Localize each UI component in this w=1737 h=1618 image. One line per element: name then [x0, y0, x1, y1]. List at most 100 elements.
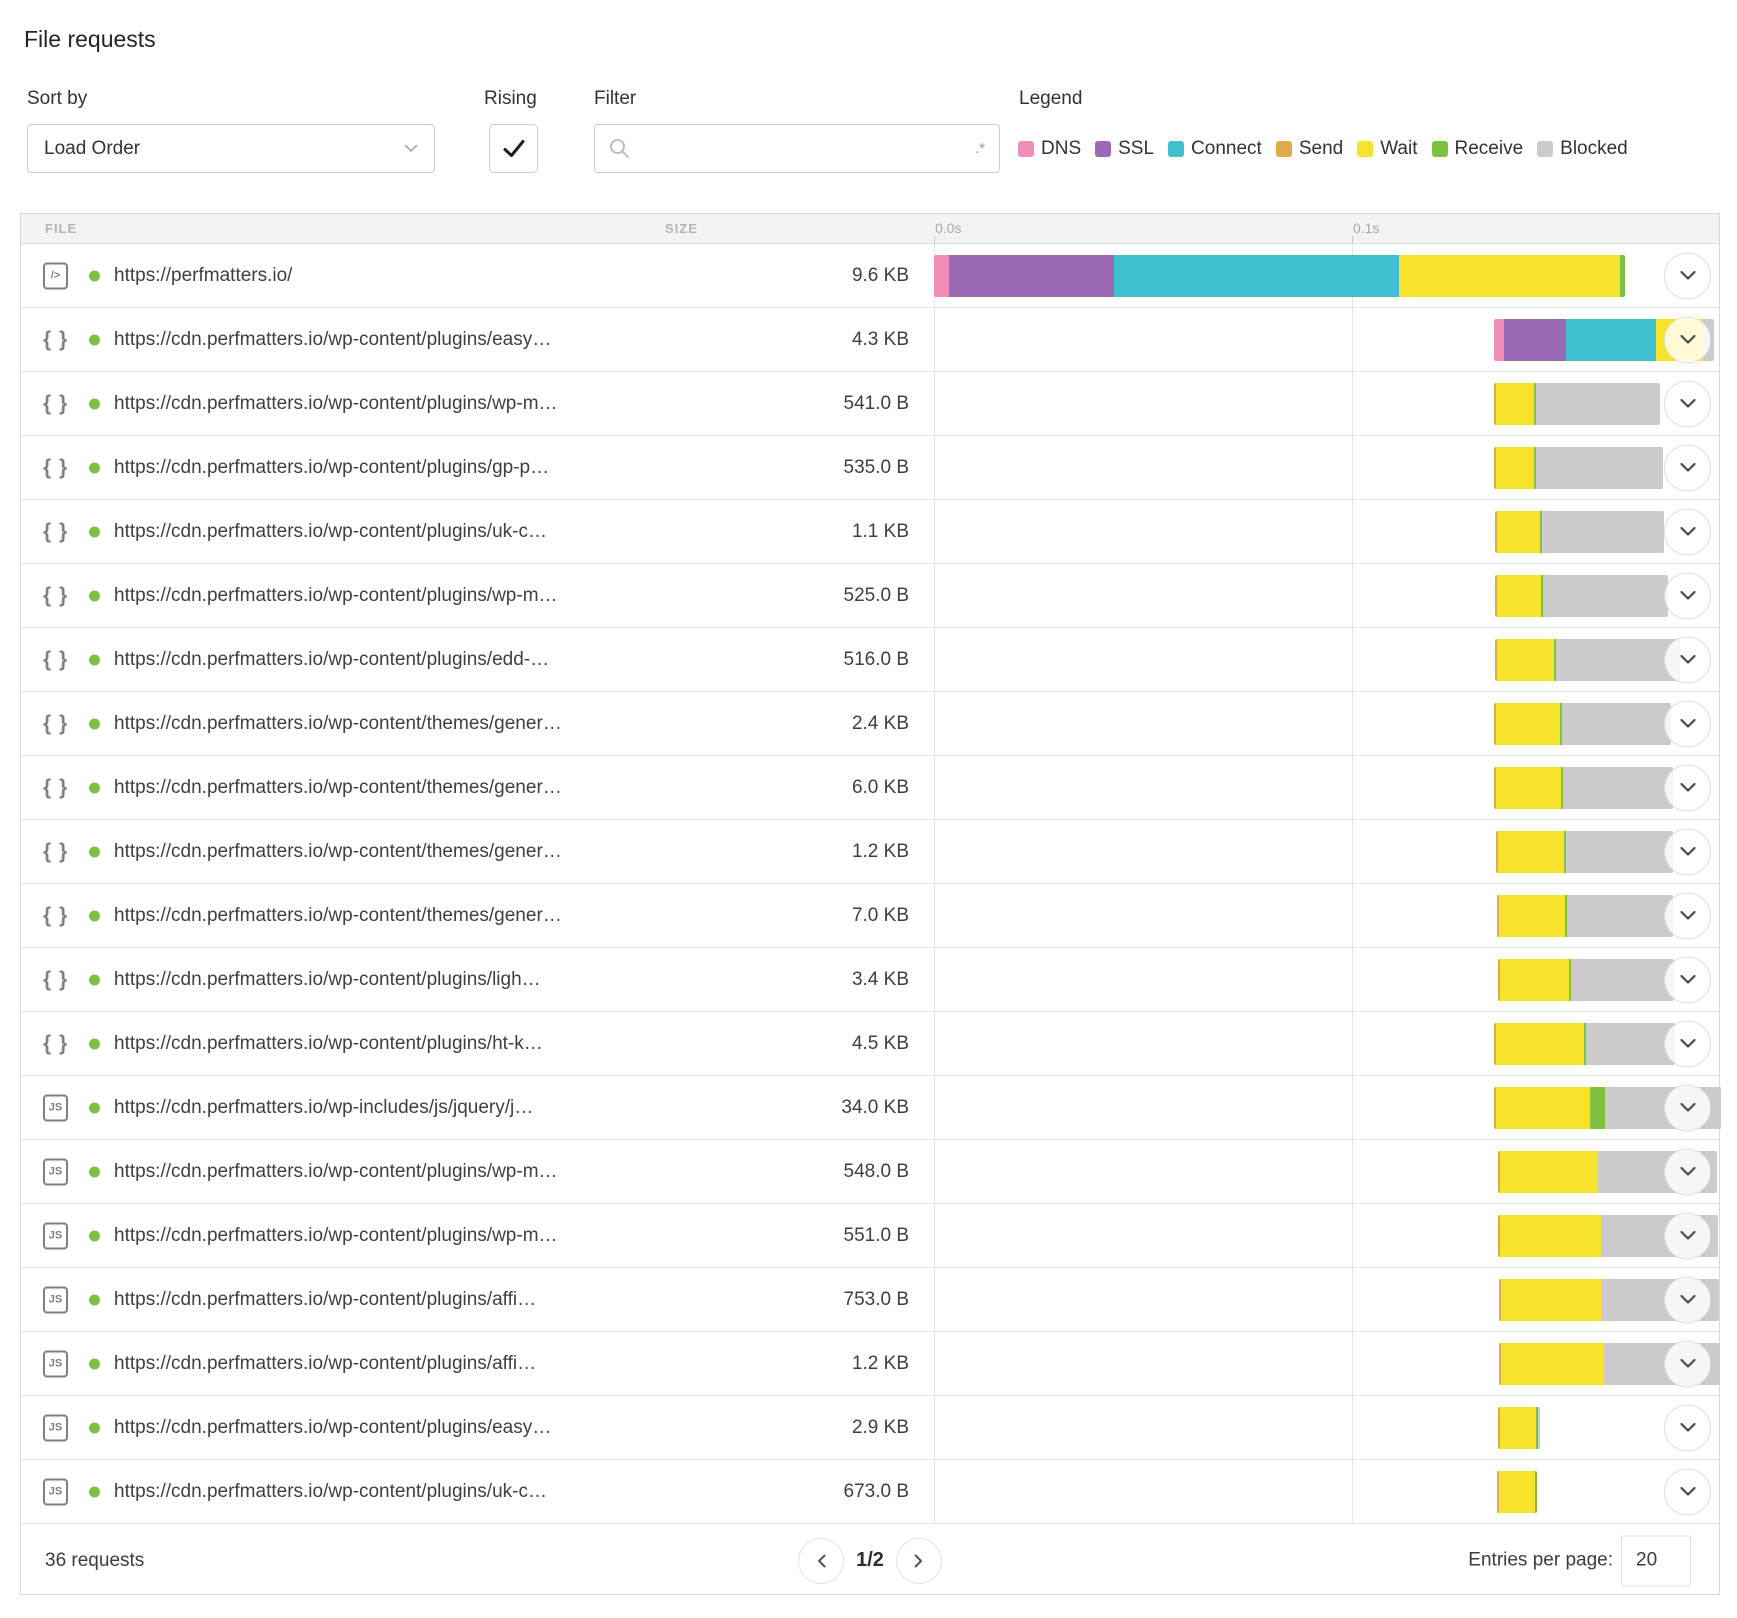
- gridline: [1352, 1076, 1353, 1139]
- timeline-cell: [846, 1204, 1721, 1267]
- file-url[interactable]: https://cdn.perfmatters.io/wp-content/pl…: [114, 1289, 536, 1311]
- entries-per-page-input[interactable]: 20: [1621, 1535, 1691, 1586]
- bar-segment-blocked: [1586, 1023, 1674, 1065]
- rising-checkbox[interactable]: [489, 124, 538, 173]
- gridline: [934, 756, 935, 819]
- timeline-cell: [846, 948, 1721, 1011]
- waterfall-bar[interactable]: [1497, 895, 1673, 937]
- expand-row-button[interactable]: [1664, 1212, 1711, 1259]
- file-url[interactable]: https://cdn.perfmatters.io/wp-content/pl…: [114, 329, 551, 351]
- expand-row-button[interactable]: [1664, 252, 1711, 299]
- legend-item-label: Connect: [1191, 138, 1262, 160]
- waterfall-bar[interactable]: [1498, 1407, 1540, 1449]
- expand-row-button[interactable]: [1664, 1148, 1711, 1195]
- css-file-icon: { }: [43, 1032, 68, 1056]
- legend-item-receive: Receive: [1432, 138, 1524, 160]
- file-url[interactable]: https://cdn.perfmatters.io/wp-content/th…: [114, 713, 562, 735]
- gridline: [934, 628, 935, 691]
- timeline-cell: [846, 1076, 1721, 1139]
- file-url[interactable]: https://cdn.perfmatters.io/wp-content/pl…: [114, 1417, 551, 1439]
- gridline: [1352, 1140, 1353, 1203]
- waterfall-bar[interactable]: [1495, 639, 1680, 681]
- file-url[interactable]: https://cdn.perfmatters.io/wp-content/pl…: [114, 969, 541, 991]
- css-file-icon: { }: [43, 648, 68, 672]
- previous-page-button[interactable]: [798, 1538, 844, 1584]
- expand-row-button[interactable]: [1664, 956, 1711, 1003]
- waterfall-bar[interactable]: [1494, 447, 1663, 489]
- status-dot: [89, 782, 100, 793]
- file-url[interactable]: https://cdn.perfmatters.io/wp-includes/j…: [114, 1097, 533, 1119]
- next-page-button[interactable]: [896, 1538, 942, 1584]
- gridline: [934, 308, 935, 371]
- expand-row-button[interactable]: [1664, 636, 1711, 683]
- css-file-icon: { }: [43, 712, 68, 736]
- file-url[interactable]: https://cdn.perfmatters.io/wp-content/pl…: [114, 1481, 547, 1503]
- legend-item-blocked: Blocked: [1537, 138, 1628, 160]
- waterfall-bar[interactable]: [1495, 511, 1664, 553]
- bar-segment-wait: [1500, 1151, 1597, 1193]
- waterfall-bar[interactable]: [1494, 383, 1660, 425]
- expand-row-button[interactable]: [1664, 828, 1711, 875]
- status-dot: [89, 974, 100, 985]
- chevron-down-icon: [1680, 1103, 1696, 1113]
- waterfall-bar[interactable]: [1494, 703, 1671, 745]
- bar-segment-wait: [1499, 895, 1565, 937]
- waterfall-bar[interactable]: [1494, 767, 1672, 809]
- file-url[interactable]: https://cdn.perfmatters.io/wp-content/pl…: [114, 393, 558, 415]
- expand-row-button[interactable]: [1664, 572, 1711, 619]
- waterfall-bar[interactable]: [1496, 831, 1673, 873]
- bar-segment-wait: [1496, 447, 1534, 489]
- expand-row-button[interactable]: [1664, 1340, 1711, 1387]
- expand-row-button[interactable]: [1664, 700, 1711, 747]
- page-title: File requests: [24, 26, 156, 53]
- table-row: JShttps://cdn.perfmatters.io/wp-content/…: [21, 1140, 1719, 1204]
- gridline: [1352, 692, 1353, 755]
- sort-by-dropdown[interactable]: Load Order: [27, 124, 435, 173]
- file-url[interactable]: https://cdn.perfmatters.io/wp-content/pl…: [114, 1225, 558, 1247]
- waterfall-bar[interactable]: [1495, 575, 1668, 617]
- file-url[interactable]: https://cdn.perfmatters.io/wp-content/th…: [114, 777, 562, 799]
- bar-segment-blocked: [1563, 767, 1672, 809]
- table-body: />https://perfmatters.io/9.6 KB{ }https:…: [21, 244, 1719, 1524]
- waterfall-bar[interactable]: [1498, 959, 1674, 1001]
- expand-row-button[interactable]: [1664, 316, 1711, 363]
- file-url[interactable]: https://cdn.perfmatters.io/wp-content/pl…: [114, 1353, 536, 1375]
- file-url[interactable]: https://cdn.perfmatters.io/wp-content/th…: [114, 841, 562, 863]
- expand-row-button[interactable]: [1664, 1404, 1711, 1451]
- waterfall-bar[interactable]: [1494, 1023, 1675, 1065]
- timeline-cell: [846, 1268, 1721, 1331]
- expand-row-button[interactable]: [1664, 1084, 1711, 1131]
- status-dot: [89, 462, 100, 473]
- css-file-icon: { }: [43, 456, 68, 480]
- expand-row-button[interactable]: [1664, 892, 1711, 939]
- expand-row-button[interactable]: [1664, 508, 1711, 555]
- waterfall-bar[interactable]: [1497, 1471, 1537, 1513]
- chevron-down-icon: [1680, 463, 1696, 473]
- expand-row-button[interactable]: [1664, 380, 1711, 427]
- file-url[interactable]: https://perfmatters.io/: [114, 265, 292, 287]
- legend-item-label: DNS: [1041, 138, 1081, 160]
- waterfall-bar[interactable]: [934, 255, 1625, 297]
- file-url[interactable]: https://cdn.perfmatters.io/wp-content/th…: [114, 905, 562, 927]
- file-url[interactable]: https://cdn.perfmatters.io/wp-content/pl…: [114, 457, 549, 479]
- expand-row-button[interactable]: [1664, 1468, 1711, 1515]
- bar-segment-receive: [1590, 1087, 1605, 1129]
- file-url[interactable]: https://cdn.perfmatters.io/wp-content/pl…: [114, 1033, 543, 1055]
- file-url[interactable]: https://cdn.perfmatters.io/wp-content/pl…: [114, 521, 547, 543]
- bar-segment-blocked: [1536, 447, 1663, 489]
- axis-tick-mark: [1352, 236, 1353, 243]
- file-url[interactable]: https://cdn.perfmatters.io/wp-content/pl…: [114, 585, 558, 607]
- gridline: [934, 884, 935, 947]
- file-url[interactable]: https://cdn.perfmatters.io/wp-content/pl…: [114, 649, 549, 671]
- expand-row-button[interactable]: [1664, 764, 1711, 811]
- file-url[interactable]: https://cdn.perfmatters.io/wp-content/pl…: [114, 1161, 558, 1183]
- chevron-down-icon: [1680, 1039, 1696, 1049]
- legend-item-label: Blocked: [1560, 138, 1628, 160]
- filter-input[interactable]: [640, 138, 975, 159]
- expand-row-button[interactable]: [1664, 1020, 1711, 1067]
- expand-row-button[interactable]: [1664, 1276, 1711, 1323]
- gridline: [934, 1204, 935, 1267]
- gridline: [934, 564, 935, 627]
- pagination: 1/2: [798, 1538, 942, 1584]
- expand-row-button[interactable]: [1664, 444, 1711, 491]
